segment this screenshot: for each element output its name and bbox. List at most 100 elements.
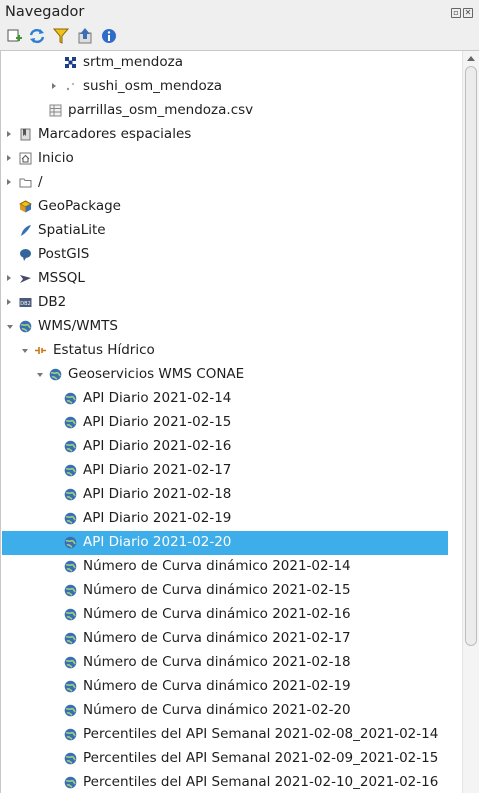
- collapsed-arrow-icon[interactable]: [7, 131, 11, 137]
- tree-item-label: API Diario 2021-02-17: [83, 462, 232, 478]
- panel-title: Navegador: [5, 4, 85, 20]
- tree-item-label: API Diario 2021-02-16: [83, 438, 232, 454]
- tree-item[interactable]: SpatiaLite: [2, 219, 448, 243]
- tree-item[interactable]: API Diario 2021-02-19: [2, 507, 448, 531]
- raster-icon: [65, 57, 76, 68]
- globe-icon: [64, 440, 77, 453]
- geopackage-icon: [19, 200, 32, 213]
- expanded-arrow-icon[interactable]: [22, 349, 28, 353]
- collapsed-arrow-icon[interactable]: [52, 83, 56, 89]
- tree-item-label: SpatiaLite: [38, 222, 106, 238]
- tree-item-label: Inicio: [38, 150, 74, 166]
- tree-item-label: Número de Curva dinámico 2021-02-15: [83, 582, 351, 598]
- globe-icon: [64, 584, 77, 597]
- tree-item-label: Número de Curva dinámico 2021-02-20: [83, 702, 351, 718]
- float-panel-icon[interactable]: ▫: [451, 8, 461, 18]
- tree-item-label: API Diario 2021-02-20: [83, 534, 232, 550]
- scroll-thumb[interactable]: [465, 66, 477, 646]
- globe-icon: [64, 512, 77, 525]
- tree-item[interactable]: sushi_osm_mendoza: [2, 75, 448, 99]
- tree-item[interactable]: Geoservicios WMS CONAE: [2, 363, 448, 387]
- tree-item-label: Número de Curva dinámico 2021-02-17: [83, 630, 351, 646]
- tree-item-label: API Diario 2021-02-14: [83, 390, 232, 406]
- tree-item-label: DB2: [38, 294, 67, 310]
- mssql-icon: [20, 275, 31, 283]
- globe-icon: [64, 416, 77, 429]
- tree-item-label: Estatus Hídrico: [53, 342, 155, 358]
- tree-item[interactable]: API Diario 2021-02-14: [2, 387, 448, 411]
- collapsed-arrow-icon[interactable]: [7, 299, 11, 305]
- folder-icon: [19, 178, 32, 188]
- postgis-icon: [20, 249, 31, 261]
- tree-item[interactable]: MSSQL: [2, 267, 448, 291]
- globe-icon: [64, 728, 77, 741]
- tree-item-label: MSSQL: [38, 270, 85, 286]
- close-icon[interactable]: ✕: [463, 8, 473, 18]
- collapsed-arrow-icon[interactable]: [7, 179, 11, 185]
- tree-item[interactable]: Número de Curva dinámico 2021-02-14: [2, 555, 448, 579]
- tree-item[interactable]: Número de Curva dinámico 2021-02-19: [2, 675, 448, 699]
- spatialite-icon: [21, 225, 31, 236]
- globe-icon: [64, 656, 77, 669]
- tree-item[interactable]: Percentiles del API Semanal 2021-02-08_2…: [2, 723, 448, 747]
- tree-item[interactable]: Percentiles del API Semanal 2021-02-10_2…: [2, 771, 448, 793]
- tree-item-label: WMS/WMTS: [38, 318, 118, 334]
- expanded-arrow-icon[interactable]: [37, 373, 43, 377]
- globe-icon: [64, 536, 77, 549]
- tree-item[interactable]: DB2 DB2: [2, 291, 448, 315]
- tree-item-label: Número de Curva dinámico 2021-02-16: [83, 606, 351, 622]
- collapse-all-button[interactable]: [76, 27, 94, 45]
- browser-tree: srtm_mendoza sushi_osm_mendoza parrillas_o…: [0, 50, 479, 793]
- connection-icon: [35, 347, 46, 354]
- scroll-up-arrow-icon[interactable]: [467, 56, 475, 61]
- tree-item[interactable]: Estatus Hídrico: [2, 339, 448, 363]
- tree-item[interactable]: API Diario 2021-02-17: [2, 459, 448, 483]
- tree-item[interactable]: srtm_mendoza: [2, 51, 448, 75]
- browser-toolbar: [0, 26, 479, 48]
- tree-item[interactable]: parrillas_osm_mendoza.csv: [2, 99, 448, 123]
- tree-item[interactable]: Número de Curva dinámico 2021-02-18: [2, 651, 448, 675]
- tree-item[interactable]: Número de Curva dinámico 2021-02-17: [2, 627, 448, 651]
- tree-item-label: API Diario 2021-02-15: [83, 414, 232, 430]
- globe-icon: [64, 392, 77, 405]
- panel-title-bar: Navegador ▫ ✕: [0, 0, 479, 26]
- tree-item[interactable]: API Diario 2021-02-15: [2, 411, 448, 435]
- tree-item[interactable]: WMS/WMTS: [2, 315, 448, 339]
- info-button[interactable]: [100, 27, 118, 45]
- tree-item[interactable]: GeoPackage: [2, 195, 448, 219]
- tree-item-label: API Diario 2021-02-18: [83, 486, 232, 502]
- globe-icon: [64, 488, 77, 501]
- globe-icon: [64, 680, 77, 693]
- tree-item[interactable]: Número de Curva dinámico 2021-02-20: [2, 699, 448, 723]
- home-icon: [19, 152, 32, 165]
- tree-item[interactable]: PostGIS: [2, 243, 448, 267]
- bookmark-icon: [20, 128, 31, 141]
- filter-button[interactable]: [52, 27, 70, 45]
- collapsed-arrow-icon[interactable]: [7, 155, 11, 161]
- tree-item-label: srtm_mendoza: [83, 54, 183, 70]
- tree-item[interactable]: API Diario 2021-02-16: [2, 435, 448, 459]
- tree-item[interactable]: API Diario 2021-02-18: [2, 483, 448, 507]
- tree-item-label: GeoPackage: [38, 198, 121, 214]
- tree-item-label: Marcadores espaciales: [38, 126, 192, 142]
- tree-item[interactable]: Número de Curva dinámico 2021-02-15: [2, 579, 448, 603]
- globe-icon: [19, 320, 32, 333]
- vertical-scrollbar[interactable]: [462, 51, 479, 793]
- tree-item[interactable]: Inicio: [2, 147, 448, 171]
- tree-item[interactable]: /: [2, 171, 448, 195]
- tree-item[interactable]: API Diario 2021-02-20: [2, 531, 448, 555]
- tree-item-label: API Diario 2021-02-19: [83, 510, 232, 526]
- svg-text:DB2: DB2: [20, 301, 30, 307]
- refresh-button[interactable]: [28, 27, 46, 45]
- expanded-arrow-icon[interactable]: [7, 325, 13, 329]
- globe-icon: [64, 752, 77, 765]
- tree-item-label: Percentiles del API Semanal 2021-02-09_2…: [83, 750, 439, 766]
- globe-icon: [64, 608, 77, 621]
- tree-item-label: Geoservicios WMS CONAE: [68, 366, 245, 382]
- point-layer-icon: [66, 82, 75, 91]
- tree-item[interactable]: Marcadores espaciales: [2, 123, 448, 147]
- tree-item[interactable]: Percentiles del API Semanal 2021-02-09_2…: [2, 747, 448, 771]
- add-layer-button[interactable]: [5, 27, 23, 45]
- collapsed-arrow-icon[interactable]: [7, 275, 11, 281]
- tree-item[interactable]: Número de Curva dinámico 2021-02-16: [2, 603, 448, 627]
